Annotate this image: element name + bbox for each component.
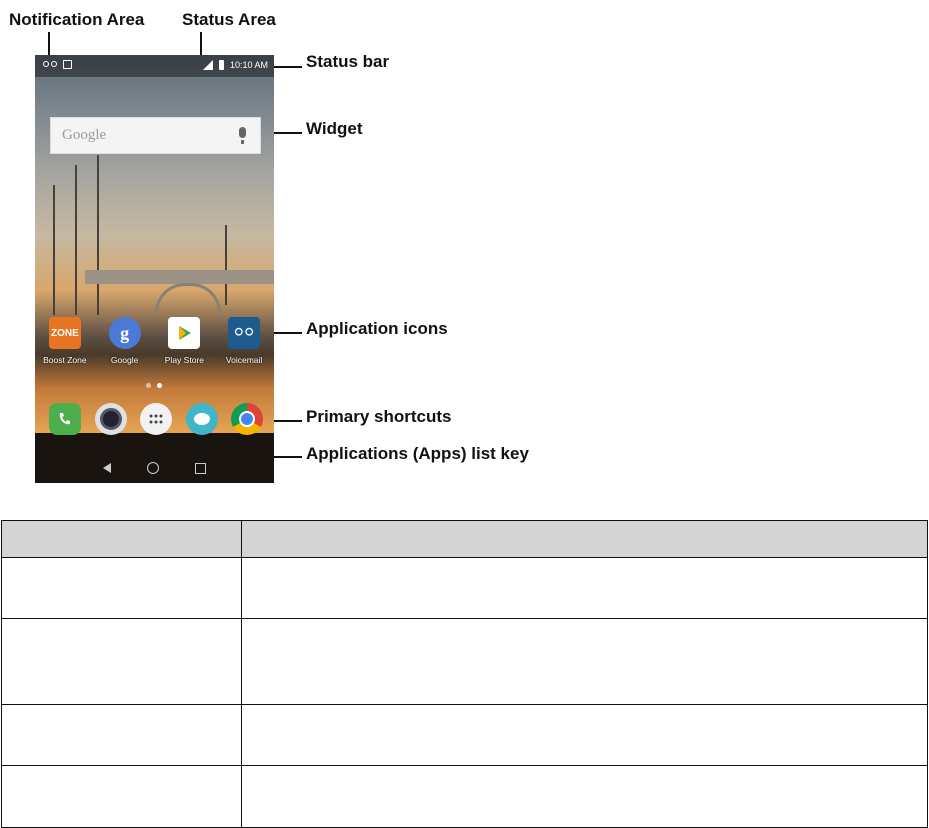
chrome-icon xyxy=(239,411,255,427)
table-row xyxy=(1,618,928,705)
bridge xyxy=(85,270,274,284)
page-dot xyxy=(146,383,151,388)
application-icons-label: Application icons xyxy=(306,319,448,338)
app-play-store[interactable]: Play Store xyxy=(156,317,212,365)
table-cell xyxy=(1,765,242,828)
table-cell xyxy=(241,618,928,705)
voicemail-icon xyxy=(43,60,57,69)
voicemail-glyph xyxy=(235,327,254,338)
google-search-widget[interactable]: Google xyxy=(50,117,261,154)
phone-icon xyxy=(59,413,70,425)
chrome-shortcut[interactable] xyxy=(231,403,263,435)
status-bar: 10:10 AM xyxy=(35,55,274,77)
app-voicemail[interactable]: Voicemail xyxy=(216,317,272,365)
status-area-label: Status Area xyxy=(182,10,276,29)
table-header-cell xyxy=(1,520,242,558)
page-indicator xyxy=(146,383,162,388)
status-bar-label: Status bar xyxy=(306,52,390,71)
table-row xyxy=(1,704,928,766)
navigation-bar xyxy=(35,453,274,483)
table-cell xyxy=(1,557,242,619)
widget-label: Widget xyxy=(306,119,363,138)
recent-apps-icon[interactable] xyxy=(195,462,206,474)
phone-screen: 10:10 AM Google ZONE Boost Zone g Google… xyxy=(35,55,274,483)
description-table xyxy=(1,520,928,828)
app-label: Voicemail xyxy=(225,355,263,365)
apps-grid-icon xyxy=(149,414,163,424)
camera-icon xyxy=(99,408,122,430)
camera-shortcut[interactable] xyxy=(94,403,127,435)
play-store-icon xyxy=(168,317,201,349)
power-tower xyxy=(225,225,227,305)
google-icon: g xyxy=(108,317,141,349)
back-icon[interactable] xyxy=(103,463,111,473)
clock: 10:10 AM xyxy=(229,60,268,70)
app-label: Play Store xyxy=(164,355,204,365)
message-bubble-icon xyxy=(193,413,210,425)
primary-shortcuts xyxy=(49,403,263,435)
battery-icon xyxy=(218,60,224,70)
phone-shortcut[interactable] xyxy=(49,403,81,435)
voicemail-app-icon xyxy=(228,317,261,349)
table-cell xyxy=(1,704,242,766)
bridge-arch xyxy=(155,283,221,316)
table-row xyxy=(1,765,928,828)
power-tower xyxy=(75,165,77,315)
status-area: 10:10 AM xyxy=(202,60,268,70)
primary-shortcuts-label: Primary shortcuts xyxy=(306,407,452,426)
apps-list-key[interactable] xyxy=(140,403,172,435)
search-placeholder: Google xyxy=(62,127,107,143)
notification-area-label: Notification Area xyxy=(9,10,145,29)
table-cell xyxy=(241,765,928,828)
apps-list-key-label: Applications (Apps) list key xyxy=(306,444,529,463)
table-cell xyxy=(241,557,928,619)
table-header-row xyxy=(1,520,928,558)
table-cell xyxy=(1,618,242,705)
application-icons: ZONE Boost Zone g Google Play Store Voic… xyxy=(35,317,274,365)
microphone-icon[interactable] xyxy=(239,127,246,144)
app-label: Google xyxy=(110,355,139,365)
page-dot-active xyxy=(157,383,162,388)
power-tower xyxy=(97,155,99,315)
table-cell xyxy=(241,704,928,766)
home-icon[interactable] xyxy=(147,462,159,474)
app-boost-zone[interactable]: ZONE Boost Zone xyxy=(37,317,93,365)
table-header-cell xyxy=(241,520,928,558)
table-row xyxy=(1,557,928,619)
power-tower xyxy=(53,185,55,315)
app-label: Boost Zone xyxy=(43,355,87,365)
image-icon xyxy=(63,60,72,69)
messaging-shortcut[interactable] xyxy=(185,403,218,435)
boost-zone-icon: ZONE xyxy=(48,317,81,349)
notification-area xyxy=(43,60,72,69)
app-google[interactable]: g Google xyxy=(97,317,153,365)
signal-icon xyxy=(202,60,213,70)
